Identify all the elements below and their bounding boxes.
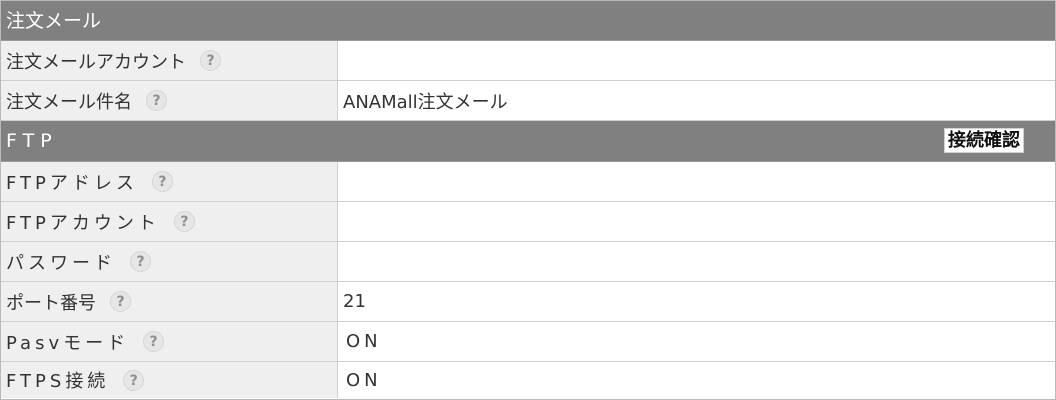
help-icon[interactable]: ?	[151, 171, 173, 192]
ftp-address-label-cell: FTPアドレス ?	[1, 162, 338, 201]
order-mail-account-value[interactable]	[338, 41, 1055, 80]
ftp-section-title: FTP	[6, 130, 58, 152]
ftp-section-header: FTP 接続確認	[1, 121, 1055, 162]
order-mail-subject-label: 注文メール件名	[6, 91, 132, 113]
ftp-address-row: FTPアドレス ?	[1, 162, 1055, 202]
password-label-cell: パスワード ?	[1, 242, 338, 281]
help-icon[interactable]: ?	[123, 369, 145, 391]
settings-panel: 注文メール 注文メールアカウント ? 注文メール件名 ? ANAMall注文メー…	[0, 0, 1056, 400]
port-number-label: ポート番号	[6, 292, 96, 314]
ftp-address-label: FTPアドレス	[6, 172, 138, 194]
connection-check-button[interactable]: 接続確認	[944, 128, 1024, 153]
mail-section-header: 注文メール	[1, 1, 1055, 41]
help-icon[interactable]: ?	[110, 291, 131, 312]
pasv-mode-label-cell: Pasvモード ?	[1, 322, 338, 361]
password-row: パスワード ?	[1, 242, 1055, 282]
ftp-account-value[interactable]	[338, 202, 1055, 241]
order-mail-account-row: 注文メールアカウント ?	[1, 41, 1055, 81]
ftps-connection-value[interactable]: ON	[338, 362, 1055, 398]
pasv-mode-row: Pasvモード ? ON	[1, 322, 1055, 362]
ftps-connection-row: FTPS接続 ? ON	[1, 362, 1055, 398]
help-icon[interactable]: ?	[146, 90, 167, 111]
port-number-label-cell: ポート番号 ?	[1, 282, 338, 321]
order-mail-subject-label-cell: 注文メール件名 ?	[1, 81, 338, 120]
ftps-connection-label-cell: FTPS接続 ?	[1, 362, 338, 398]
order-mail-account-label: 注文メールアカウント	[6, 51, 186, 73]
help-icon[interactable]: ?	[173, 211, 195, 232]
ftps-connection-label: FTPS接続	[6, 371, 110, 392]
ftp-account-label-cell: FTPアカウント ?	[1, 202, 338, 241]
ftp-account-row: FTPアカウント ?	[1, 202, 1055, 242]
help-icon[interactable]: ?	[143, 331, 165, 352]
password-value[interactable]	[338, 242, 1055, 281]
pasv-mode-value[interactable]: ON	[338, 322, 1055, 361]
order-mail-account-label-cell: 注文メールアカウント ?	[1, 41, 338, 80]
order-mail-subject-value[interactable]: ANAMall注文メール	[338, 81, 1055, 120]
ftp-account-label: FTPアカウント	[6, 212, 160, 234]
order-mail-subject-row: 注文メール件名 ? ANAMall注文メール	[1, 81, 1055, 121]
port-number-row: ポート番号 ? 21	[1, 282, 1055, 322]
pasv-mode-label: Pasvモード	[6, 332, 130, 354]
help-icon[interactable]: ?	[200, 50, 221, 71]
port-number-value[interactable]: 21	[338, 282, 1055, 321]
help-icon[interactable]: ?	[130, 251, 151, 272]
ftp-address-value[interactable]	[338, 162, 1055, 201]
password-label: パスワード	[6, 252, 116, 274]
mail-section-title: 注文メール	[6, 10, 102, 32]
